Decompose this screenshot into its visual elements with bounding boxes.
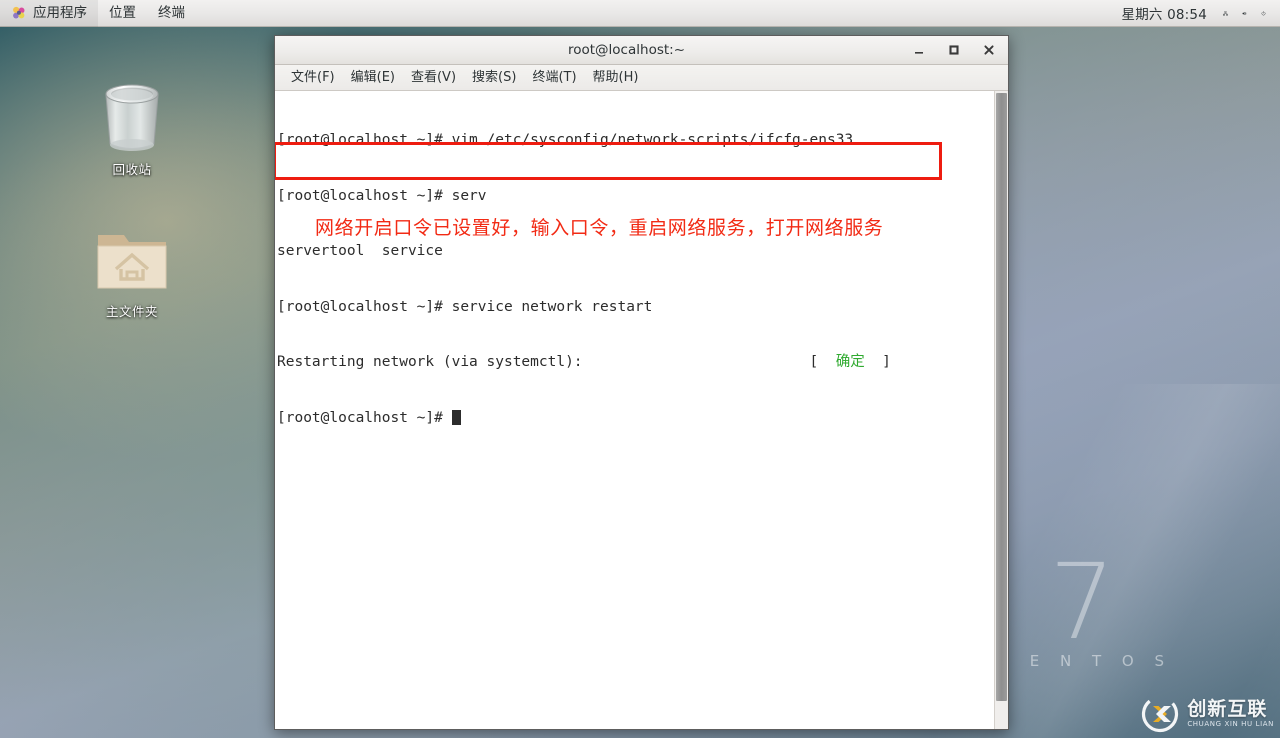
vendor-name-en: CHUANG XIN HU LIAN	[1187, 720, 1274, 728]
vendor-watermark-logo: 创新互联 CHUANG XIN HU LIAN	[1140, 694, 1274, 734]
terminal-body[interactable]: [root@localhost ~]# vim /etc/sysconfig/n…	[275, 91, 1008, 729]
close-button[interactable]	[978, 40, 1000, 60]
vendor-name-cn: 创新互联	[1187, 698, 1268, 720]
top-panel: 应用程序 位置 终端 星期六 08:54	[0, 0, 1280, 27]
terminal-output[interactable]: [root@localhost ~]# vim /etc/sysconfig/n…	[275, 91, 994, 729]
terminal-line-status: Restarting network (via systemctl): [ 确定…	[277, 353, 994, 372]
terminal-scrollbar-thumb[interactable]	[996, 93, 1007, 701]
menu-view[interactable]: 查看(V)	[403, 65, 464, 91]
desktop-icon-trash[interactable]: 回收站	[72, 76, 192, 178]
status-line-suffix: ]	[864, 354, 891, 370]
terminal-window-title: root@localhost:~	[567, 42, 686, 58]
terminal-menubar: 文件(F) 编辑(E) 查看(V) 搜索(S) 终端(T) 帮助(H)	[275, 65, 1008, 91]
panel-left-group: 应用程序 位置 终端	[0, 0, 196, 27]
network-icon[interactable]	[1217, 5, 1234, 22]
menu-edit[interactable]: 编辑(E)	[343, 65, 403, 91]
terminal-line: [root@localhost ~]# service network rest…	[277, 298, 653, 315]
minimize-button[interactable]	[908, 40, 930, 60]
status-line-prefix: Restarting network (via systemctl): [	[277, 354, 836, 370]
terminal-scrollbar[interactable]	[994, 91, 1008, 729]
desktop-icon-home-label: 主文件夹	[105, 304, 158, 319]
trash-can-icon	[72, 76, 192, 160]
desktop-icon-home[interactable]: 主文件夹	[72, 218, 192, 320]
centos-watermark: 7 C E N T O S	[992, 541, 1172, 670]
menu-search[interactable]: 搜索(S)	[464, 65, 524, 91]
panel-terminal[interactable]: 终端	[147, 0, 196, 27]
panel-clock[interactable]: 星期六 08:54	[1114, 3, 1216, 23]
panel-places[interactable]: 位置	[98, 0, 147, 27]
terminal-prompt-line: [root@localhost ~]#	[277, 409, 994, 428]
applications-pinwheel-icon	[13, 6, 25, 19]
annotation-text: 网络开启口令已设置好，输入口令，重启网络服务，打开网络服务	[315, 217, 884, 239]
terminal-line: servertool service	[277, 243, 443, 259]
vendor-cx-mark-icon	[1142, 695, 1179, 733]
maximize-icon	[949, 45, 959, 55]
menu-file[interactable]: 文件(F)	[283, 65, 343, 91]
desktop: 应用程序 位置 终端 星期六 08:54 回收站 主文件夹 7 C E N T …	[0, 0, 1280, 738]
terminal-prompt: [root@localhost ~]#	[277, 409, 452, 426]
status-badge: 确定	[835, 354, 865, 370]
panel-terminal-label: 终端	[158, 4, 185, 21]
window-controls	[908, 40, 1008, 60]
close-icon	[984, 45, 994, 55]
desktop-icon-trash-label: 回收站	[112, 162, 152, 177]
panel-applications-label: 应用程序	[33, 4, 87, 21]
menu-terminal[interactable]: 终端(T)	[524, 65, 584, 91]
panel-places-label: 位置	[109, 4, 136, 21]
minimize-icon	[915, 52, 923, 54]
panel-applications[interactable]: 应用程序	[0, 0, 98, 27]
centos-version-number: 7	[1049, 541, 1116, 663]
maximize-button[interactable]	[943, 40, 965, 60]
terminal-cursor	[451, 409, 461, 425]
panel-right-group: 星期六 08:54	[1114, 0, 1280, 27]
terminal-titlebar[interactable]: root@localhost:~	[275, 36, 1008, 65]
centos-wordmark: C E N T O S	[998, 652, 1172, 670]
volume-icon[interactable]	[1236, 5, 1253, 22]
menu-help[interactable]: 帮助(H)	[585, 65, 647, 91]
terminal-window[interactable]: root@localhost:~ 文件(F) 编辑(E) 查看(V) 搜索(S)…	[274, 35, 1009, 730]
terminal-line: [root@localhost ~]# vim /etc/sysconfig/n…	[277, 132, 854, 148]
terminal-line: [root@localhost ~]# serv	[277, 187, 487, 204]
home-folder-icon	[72, 218, 192, 302]
power-icon[interactable]	[1255, 5, 1272, 22]
